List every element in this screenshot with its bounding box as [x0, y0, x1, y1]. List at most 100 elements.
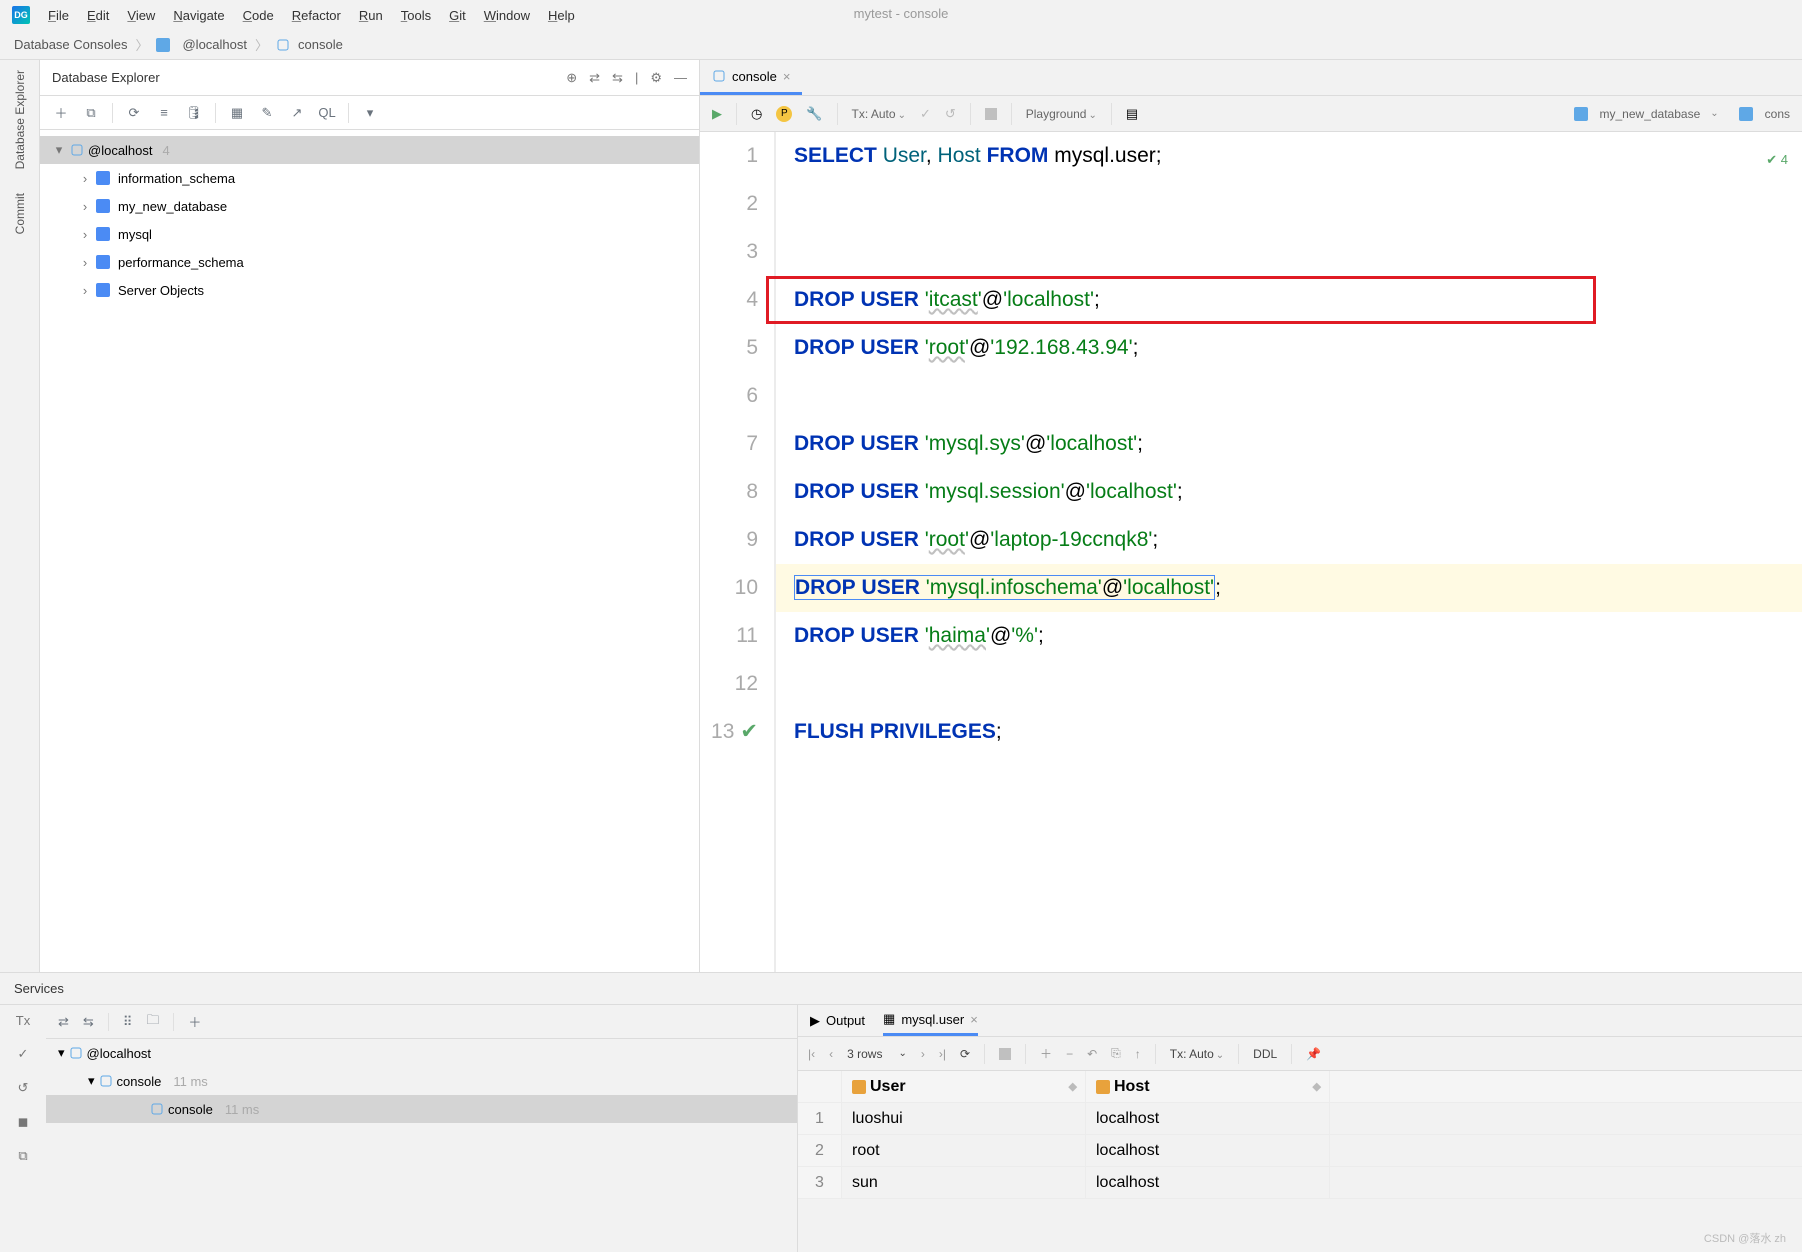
code-line[interactable]: DROP USER 'mysql.session'@'localhost';	[776, 468, 1802, 516]
cell-user[interactable]: root	[842, 1135, 1086, 1166]
crumb-item[interactable]: console	[298, 37, 343, 52]
save-icon[interactable]: 🗀	[146, 1011, 159, 1033]
schema-node[interactable]: ›information_schema	[40, 164, 699, 192]
code-line[interactable]: DROP USER 'mysql.infoschema'@'localhost'…	[776, 564, 1802, 612]
stop-icon[interactable]: ◼	[18, 1114, 29, 1130]
menu-window[interactable]: Window	[484, 8, 530, 23]
rail-db-explorer[interactable]: Database Explorer	[13, 70, 27, 169]
code-line[interactable]	[776, 180, 1802, 228]
menu-edit[interactable]: Edit	[87, 8, 109, 23]
code-line[interactable]	[776, 660, 1802, 708]
table-row[interactable]: 2rootlocalhost	[798, 1135, 1802, 1167]
tx-mode[interactable]: Tx: Auto⌄	[1170, 1047, 1224, 1061]
cell-host[interactable]: localhost	[1086, 1103, 1330, 1134]
p-badge[interactable]: P	[776, 106, 792, 122]
cell-user[interactable]: luoshui	[842, 1103, 1086, 1134]
revert-icon[interactable]: ↶	[1087, 1047, 1097, 1061]
table-icon[interactable]: ▦	[228, 104, 246, 122]
rollback-icon[interactable]: ↺	[945, 106, 956, 122]
ddl-btn[interactable]: DDL	[1253, 1047, 1277, 1061]
inspection-badge[interactable]: ✔ 4	[1766, 136, 1788, 184]
table-row[interactable]: 3sunlocalhost	[798, 1167, 1802, 1199]
run-icon[interactable]: ▶	[712, 106, 722, 122]
code-line[interactable]	[776, 372, 1802, 420]
stack-icon[interactable]: ≡	[155, 104, 173, 122]
collapse-icon[interactable]: ⇆	[612, 70, 623, 86]
cell-host[interactable]: localhost	[1086, 1135, 1330, 1166]
expand-icon[interactable]: ⇄	[58, 1014, 69, 1030]
service-node[interactable]: ▾ console11 ms	[46, 1067, 797, 1095]
chevron-right-icon[interactable]: ›	[78, 227, 92, 242]
collapse-icon[interactable]: ⇆	[83, 1014, 94, 1030]
remove-row-icon[interactable]: −	[1066, 1047, 1073, 1061]
table-row[interactable]: 1luoshuilocalhost	[798, 1103, 1802, 1135]
tx-mode[interactable]: Tx: Auto⌄	[852, 107, 906, 121]
chevron-right-icon[interactable]: ›	[78, 171, 92, 186]
commit-icon[interactable]: ✓	[920, 106, 931, 122]
wrench-icon[interactable]: 🔧	[806, 106, 822, 122]
menu-git[interactable]: Git	[449, 8, 466, 23]
cell-host[interactable]: localhost	[1086, 1167, 1330, 1198]
cell-user[interactable]: sun	[842, 1167, 1086, 1198]
stop-icon[interactable]	[999, 1048, 1011, 1060]
pin-icon[interactable]: 📌	[1306, 1047, 1321, 1061]
playground-mode[interactable]: Playground⌄	[1026, 107, 1097, 121]
schema-node[interactable]: ›performance_schema	[40, 248, 699, 276]
add-icon[interactable]: ＋	[188, 1012, 201, 1031]
db-icon-tb[interactable]: 🛢	[185, 104, 203, 122]
jump-icon[interactable]: ↗	[288, 104, 306, 122]
prev-page-icon[interactable]: ‹	[829, 1047, 833, 1061]
rail-commit[interactable]: Commit	[13, 193, 27, 234]
options-icon[interactable]: ⧉	[18, 1148, 27, 1164]
first-page-icon[interactable]: |‹	[808, 1047, 815, 1061]
crumb-item[interactable]: Database Consoles	[14, 37, 127, 52]
code-editor[interactable]: 12345678910111213✔ ✔ 4 SELECT User, Host…	[700, 132, 1802, 972]
chevron-right-icon[interactable]: ›	[78, 199, 92, 214]
next-page-icon[interactable]: ›	[921, 1047, 925, 1061]
rollback-icon[interactable]: ↺	[18, 1080, 29, 1096]
add-row-icon[interactable]: ＋	[1040, 1045, 1052, 1062]
group-icon[interactable]: ⠿	[123, 1014, 133, 1030]
code-line[interactable]: DROP USER 'root'@'192.168.43.94';	[776, 324, 1802, 372]
minimize-icon[interactable]: —	[674, 70, 687, 86]
check-icon[interactable]: ✓	[18, 1046, 29, 1062]
service-node[interactable]: ▾ @localhost	[46, 1039, 797, 1067]
chevron-right-icon[interactable]: ›	[78, 283, 92, 298]
code-line[interactable]: DROP USER 'haima'@'%';	[776, 612, 1802, 660]
ql-icon[interactable]: QL	[318, 104, 336, 122]
menu-help[interactable]: Help	[548, 8, 575, 23]
stop-icon[interactable]	[985, 108, 997, 120]
menu-navigate[interactable]: Navigate	[173, 8, 224, 23]
tab-console[interactable]: console ×	[700, 60, 802, 95]
menu-tools[interactable]: Tools	[401, 8, 431, 23]
code-line[interactable]: SELECT User, Host FROM mysql.user;	[776, 132, 1802, 180]
close-icon[interactable]: ×	[783, 69, 791, 84]
menu-run[interactable]: Run	[359, 8, 383, 23]
code-line[interactable]: DROP USER 'itcast'@'localhost';	[776, 276, 1802, 324]
clone-icon[interactable]: ⎘	[1111, 1046, 1121, 1061]
commit-icon[interactable]: ↑	[1135, 1047, 1141, 1061]
tx-icon[interactable]: Tx	[16, 1013, 30, 1028]
context-switcher[interactable]: my_new_database⌄ cons	[1574, 107, 1790, 121]
code-line[interactable]: FLUSH PRIVILEGES;	[776, 708, 1802, 756]
column-header-user[interactable]: User◆	[842, 1071, 1086, 1102]
last-page-icon[interactable]: ›|	[939, 1047, 946, 1061]
schema-node[interactable]: ›Server Objects	[40, 276, 699, 304]
expand-icon[interactable]: ⇄	[589, 70, 600, 86]
column-header-host[interactable]: Host◆	[1086, 1071, 1330, 1102]
menu-view[interactable]: View	[127, 8, 155, 23]
datasource-node[interactable]: ▾ @localhost 4	[40, 136, 699, 164]
menu-refactor[interactable]: Refactor	[292, 8, 341, 23]
schema-node[interactable]: ›my_new_database	[40, 192, 699, 220]
target-icon[interactable]: ⊕	[566, 70, 577, 86]
schema-node[interactable]: ›mysql	[40, 220, 699, 248]
tab-output[interactable]: ▶ Output	[810, 1005, 865, 1036]
chevron-down-icon[interactable]: ▾	[52, 142, 66, 158]
tab-mysql-user[interactable]: ▦ mysql.user ×	[883, 1005, 978, 1036]
pen-icon[interactable]: ✎	[258, 104, 276, 122]
layout-icon[interactable]: ▤	[1126, 106, 1138, 122]
code-line[interactable]: DROP USER 'mysql.sys'@'localhost';	[776, 420, 1802, 468]
service-node[interactable]: console11 ms	[46, 1095, 797, 1123]
menu-code[interactable]: Code	[243, 8, 274, 23]
refresh-icon[interactable]: ⟳	[960, 1047, 970, 1061]
